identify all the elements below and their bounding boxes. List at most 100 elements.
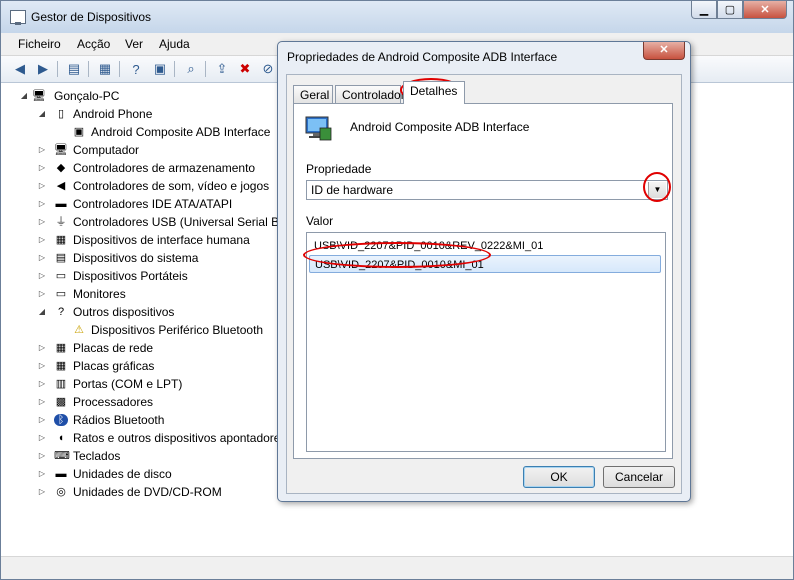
menu-ver[interactable]: Ver bbox=[125, 37, 143, 51]
menu-accao[interactable]: Acção bbox=[77, 37, 110, 51]
menu-ajuda[interactable]: Ajuda bbox=[159, 37, 190, 51]
title-bar[interactable]: Gestor de Dispositivos ▁ ▢ ✕ bbox=[1, 1, 793, 33]
console-tree-icon: ▤ bbox=[67, 61, 81, 76]
monitor-icon: ▭ bbox=[55, 288, 67, 300]
close-icon: ✕ bbox=[760, 4, 770, 16]
disable-device-button[interactable]: ⊘ bbox=[259, 60, 277, 78]
value-item-selected[interactable]: USB\VID_2207&PID_0010&MI_01 bbox=[309, 255, 661, 273]
menu-ficheiro[interactable]: Ficheiro bbox=[18, 37, 61, 51]
update-driver-icon: ⇪ bbox=[216, 61, 228, 76]
speaker-icon: ◀ bbox=[56, 180, 66, 192]
tree-item-label: Controladores USB (Universal Serial Bus bbox=[73, 215, 292, 229]
help-button[interactable]: ? bbox=[127, 60, 145, 78]
tree-item-label: Controladores de armazenamento bbox=[73, 161, 256, 175]
triangle-closed-icon[interactable]: ▷ bbox=[37, 447, 47, 465]
scan-hardware-button[interactable]: ⌕ bbox=[182, 60, 200, 78]
port-icon: ▥ bbox=[55, 378, 67, 390]
triangle-closed-icon[interactable]: ▷ bbox=[37, 375, 47, 393]
close-icon: ✕ bbox=[659, 44, 669, 56]
triangle-closed-icon[interactable]: ▷ bbox=[37, 429, 47, 447]
scan-icon: ⌕ bbox=[187, 61, 195, 76]
tab-controlador[interactable]: Controlador bbox=[335, 85, 405, 103]
minimize-button[interactable]: ▁ bbox=[691, 1, 717, 19]
phone-icon: ▯ bbox=[57, 108, 65, 120]
triangle-closed-icon[interactable]: ▷ bbox=[37, 339, 47, 357]
triangle-closed-icon[interactable]: ▷ bbox=[37, 357, 47, 375]
usb-icon: ⏚ bbox=[55, 216, 67, 228]
triangle-closed-icon[interactable]: ▷ bbox=[37, 213, 47, 231]
help-icon: ? bbox=[132, 61, 140, 77]
pane-icon: ▣ bbox=[153, 61, 167, 76]
property-selected-value: ID de hardware bbox=[311, 183, 394, 197]
value-item[interactable]: USB\VID_2207&PID_0010&REV_0222&MI_01 bbox=[309, 237, 661, 255]
tab-geral[interactable]: Geral bbox=[293, 85, 333, 103]
toolbar-separator bbox=[88, 61, 89, 77]
uninstall-button[interactable]: ✖ bbox=[236, 60, 254, 78]
bluetooth-icon: ᛒ bbox=[54, 414, 68, 426]
tab-detalhes[interactable]: Detalhes bbox=[403, 81, 465, 104]
close-button[interactable]: ✕ bbox=[743, 1, 787, 19]
adb-device-icon: ▣ bbox=[73, 126, 85, 138]
window-title: Gestor de Dispositivos bbox=[31, 10, 152, 24]
cancel-button[interactable]: Cancelar bbox=[603, 466, 675, 488]
toolbar-separator bbox=[205, 61, 206, 77]
triangle-closed-icon[interactable]: ▷ bbox=[37, 411, 47, 429]
maximize-icon: ▢ bbox=[724, 4, 736, 16]
dialog-close-button[interactable]: ✕ bbox=[643, 42, 685, 60]
toolbar-separator bbox=[57, 61, 58, 77]
show-hide-console-button[interactable]: ▤ bbox=[65, 60, 83, 78]
chevron-down-icon: ▼ bbox=[653, 185, 662, 194]
status-bar bbox=[1, 556, 793, 579]
triangle-open-icon[interactable]: ◢ bbox=[37, 105, 47, 123]
minimize-icon: ▁ bbox=[699, 4, 709, 16]
maximize-button[interactable]: ▢ bbox=[717, 1, 743, 19]
forward-button[interactable]: ▶ bbox=[34, 60, 52, 78]
triangle-closed-icon[interactable]: ▷ bbox=[37, 177, 47, 195]
action-pane-button[interactable]: ▣ bbox=[151, 60, 169, 78]
tree-item-label: Placas gráficas bbox=[73, 359, 155, 373]
device-manager-icon bbox=[10, 10, 26, 25]
triangle-closed-icon[interactable]: ▷ bbox=[37, 195, 47, 213]
update-driver-button[interactable]: ⇪ bbox=[213, 60, 231, 78]
uninstall-icon: ✖ bbox=[239, 61, 251, 76]
property-label: Propriedade bbox=[306, 162, 372, 176]
properties-icon: ▦ bbox=[98, 61, 112, 76]
triangle-closed-icon[interactable]: ▷ bbox=[37, 249, 47, 267]
triangle-closed-icon[interactable]: ▷ bbox=[37, 141, 47, 159]
dropdown-arrow-button[interactable]: ▼ bbox=[648, 182, 666, 198]
properties-button[interactable]: ▦ bbox=[96, 60, 114, 78]
tree-item-label: Monitores bbox=[73, 287, 126, 301]
tree-item-label: Android Composite ADB Interface bbox=[91, 125, 271, 139]
triangle-closed-icon[interactable]: ▷ bbox=[37, 267, 47, 285]
tree-root-label: Gonçalo-PC bbox=[54, 89, 120, 103]
tree-item-label: Outros dispositivos bbox=[73, 305, 175, 319]
arrow-right-icon: ▶ bbox=[38, 61, 48, 76]
triangle-closed-icon[interactable]: ▷ bbox=[37, 483, 47, 501]
tree-item-label: Dispositivos de interface humana bbox=[73, 233, 250, 247]
value-list[interactable]: USB\VID_2207&PID_0010&REV_0222&MI_01 USB… bbox=[306, 232, 666, 452]
value-label: Valor bbox=[306, 214, 334, 228]
ide-icon: ▬ bbox=[55, 198, 67, 210]
triangle-closed-icon[interactable]: ▷ bbox=[37, 465, 47, 483]
tree-item-label: Computador bbox=[73, 143, 140, 157]
other-devices-icon: ? bbox=[57, 306, 65, 318]
triangle-closed-icon[interactable]: ▷ bbox=[37, 159, 47, 177]
tree-item-label: Rádios Bluetooth bbox=[73, 413, 165, 427]
mouse-icon: ◖ bbox=[57, 432, 65, 444]
tree-item-label: Android Phone bbox=[73, 107, 153, 121]
dvd-icon: ◎ bbox=[56, 486, 66, 498]
property-select[interactable]: ID de hardware ▼ bbox=[306, 180, 668, 200]
triangle-closed-icon[interactable]: ▷ bbox=[37, 393, 47, 411]
adb-device-icon bbox=[305, 116, 332, 141]
disable-icon: ⊘ bbox=[262, 61, 274, 76]
ok-button[interactable]: OK bbox=[523, 466, 595, 488]
triangle-closed-icon[interactable]: ▷ bbox=[37, 285, 47, 303]
tree-item-label: Dispositivos do sistema bbox=[73, 251, 199, 265]
computer-icon: 🖥 bbox=[32, 90, 46, 102]
tree-item-label: Controladores IDE ATA/ATAPI bbox=[73, 197, 233, 211]
back-button[interactable]: ◀ bbox=[11, 60, 29, 78]
triangle-open-icon[interactable]: ◢ bbox=[19, 87, 29, 105]
tree-item-label: Placas de rede bbox=[73, 341, 154, 355]
triangle-closed-icon[interactable]: ▷ bbox=[37, 231, 47, 249]
triangle-open-icon[interactable]: ◢ bbox=[37, 303, 47, 321]
